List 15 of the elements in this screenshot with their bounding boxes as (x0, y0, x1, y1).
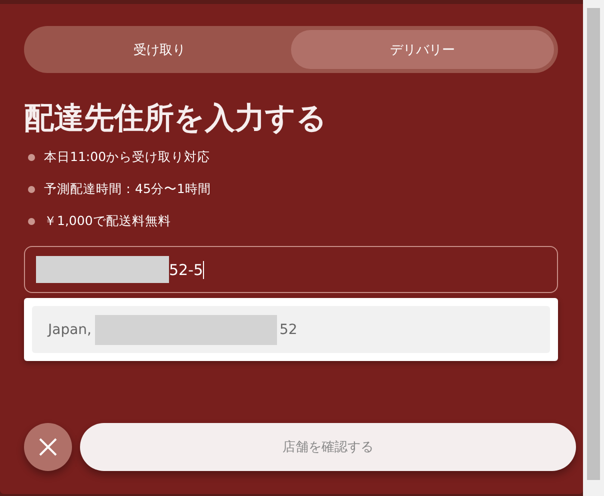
info-text: ￥1,000で配送料無料 (44, 212, 171, 230)
info-text: 予測配達時間：45分〜1時間 (44, 180, 211, 198)
close-button[interactable] (24, 423, 72, 471)
bullet-icon (28, 186, 35, 192)
scrollbar[interactable] (583, 0, 604, 496)
bullet-icon (28, 154, 35, 160)
tab[interactable]: 受け取り (28, 30, 291, 69)
close-icon (38, 437, 58, 457)
bullet-icon (28, 218, 35, 224)
heading: 配達先住所を入力する (24, 100, 328, 138)
address-field[interactable]: 52-5 (24, 246, 558, 293)
suggestion-item[interactable]: Japan, 52 (32, 306, 550, 353)
info-text: 本日11:00から受け取り対応 (44, 148, 210, 166)
tab[interactable]: デリバリー (291, 30, 554, 69)
scrollbar-thumb[interactable] (587, 8, 600, 480)
